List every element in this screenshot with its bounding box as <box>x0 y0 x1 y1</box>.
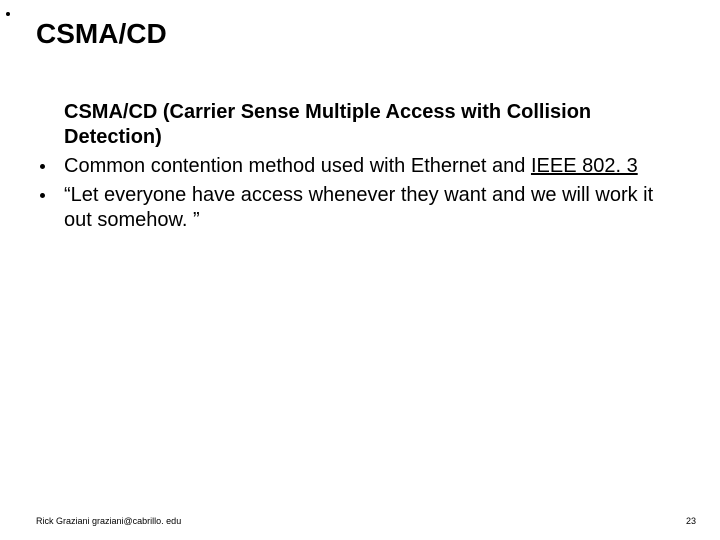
page-number: 23 <box>686 516 696 526</box>
slide-title: CSMA/CD <box>36 18 167 50</box>
bullet-text-pre: Common contention method used with Ether… <box>64 155 531 177</box>
intro-paragraph: CSMA/CD (Carrier Sense Multiple Access w… <box>36 100 684 150</box>
bullet-text-pre: “Let everyone have access whenever they … <box>64 184 653 231</box>
bullet-list: Common contention method used with Ether… <box>36 154 684 233</box>
slide-body: CSMA/CD (Carrier Sense Multiple Access w… <box>36 100 684 237</box>
bullet-icon <box>40 164 45 169</box>
bullet-text-underlined: IEEE 802. 3 <box>531 155 638 177</box>
slide: CSMA/CD CSMA/CD (Carrier Sense Multiple … <box>0 0 720 540</box>
corner-bullet-icon <box>6 12 10 16</box>
footer-author: Rick Graziani graziani@cabrillo. edu <box>36 516 181 526</box>
list-item: “Let everyone have access whenever they … <box>36 183 684 233</box>
list-item: Common contention method used with Ether… <box>36 154 684 179</box>
bullet-icon <box>40 193 45 198</box>
